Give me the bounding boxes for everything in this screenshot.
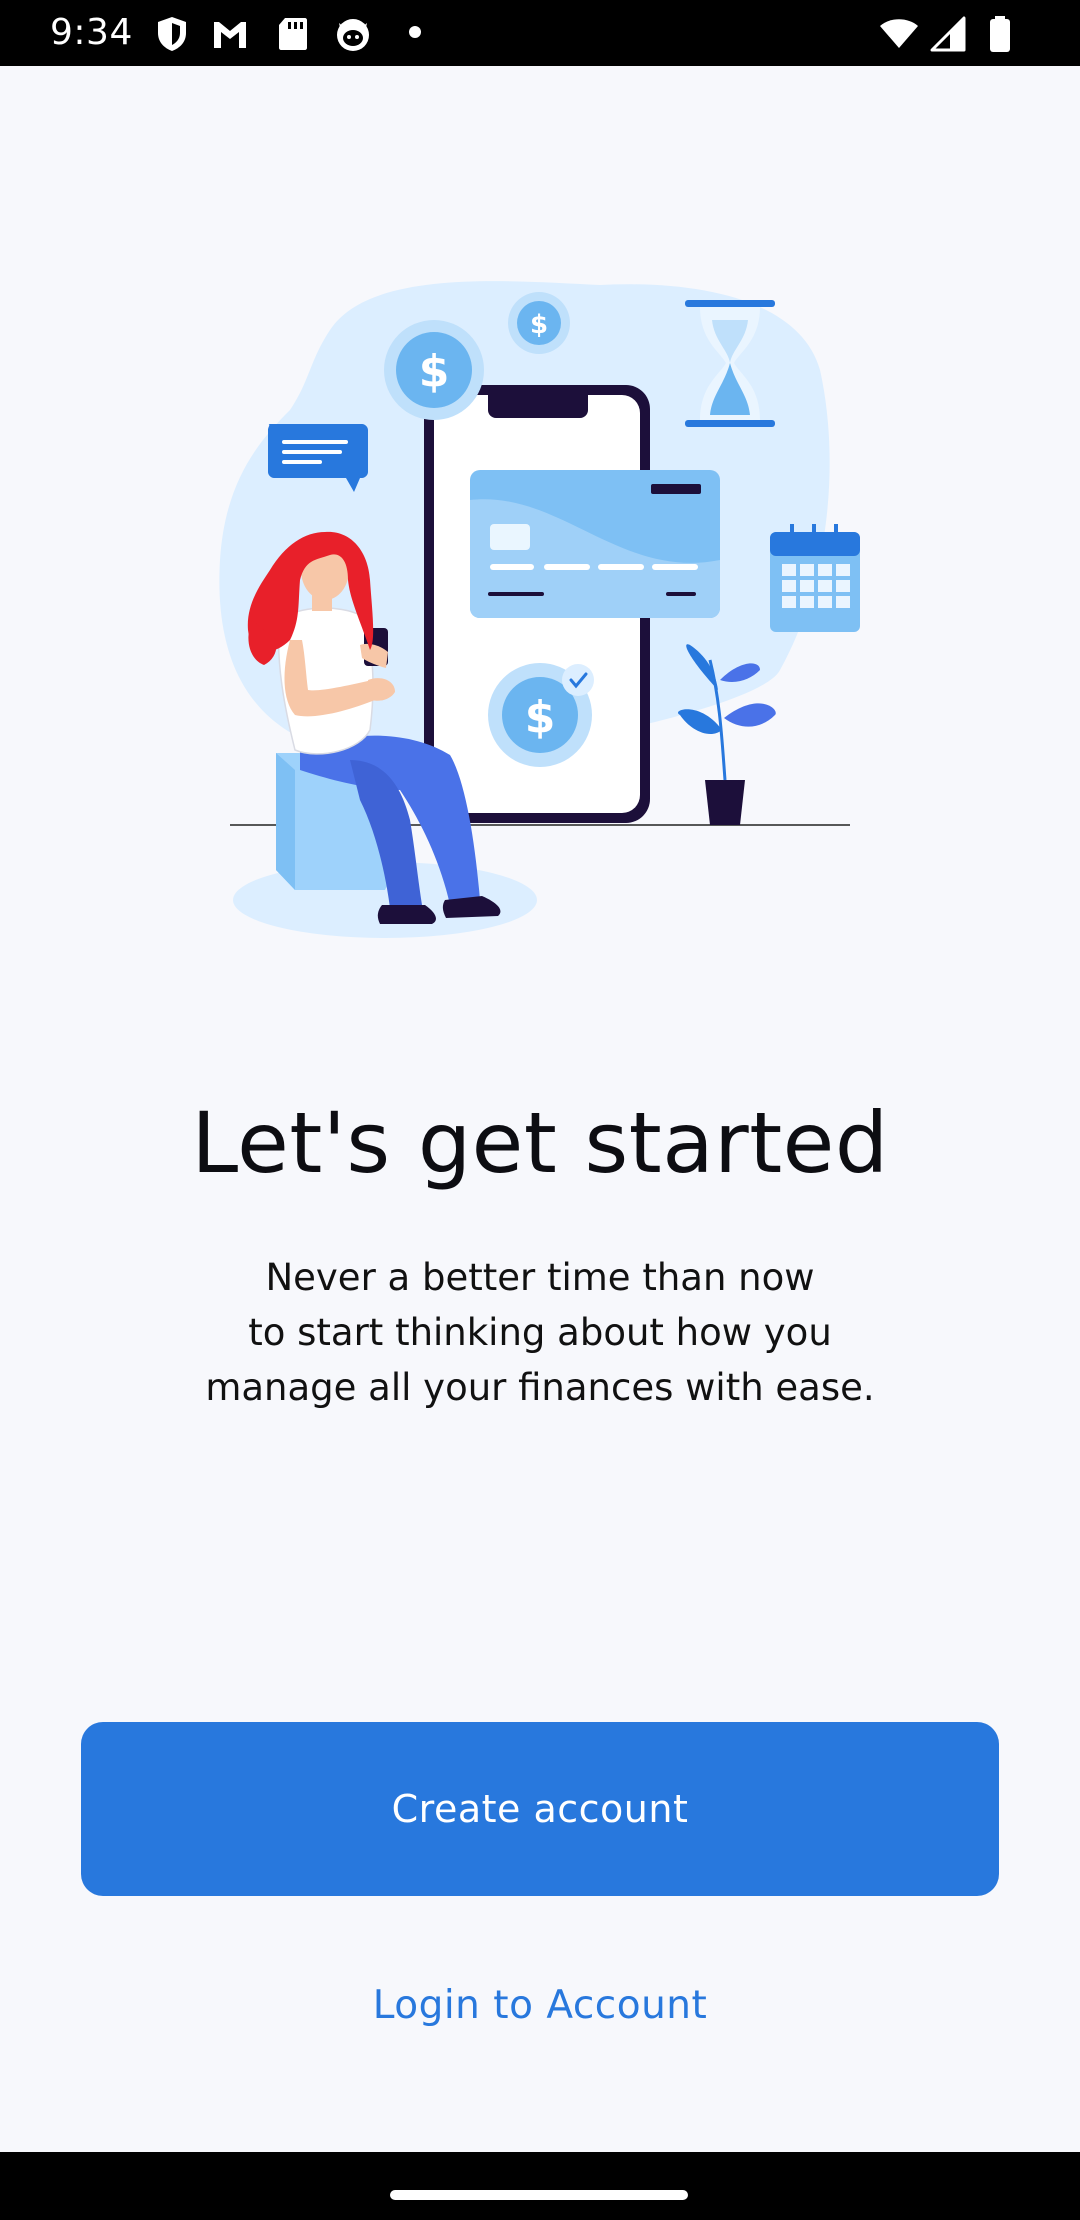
- gmail-icon: [214, 22, 246, 48]
- sd-card-icon: [279, 18, 307, 50]
- dollar-coin-small: $: [508, 292, 570, 354]
- navigation-bar: [0, 2152, 1080, 2220]
- create-account-button[interactable]: Create account: [81, 1722, 999, 1896]
- home-gesture-handle[interactable]: [390, 2190, 688, 2200]
- wifi-icon: [880, 19, 918, 48]
- svg-text:$: $: [525, 692, 556, 743]
- subtitle-line-3: manage all your finances with ease.: [205, 1366, 875, 1409]
- notification-dot-icon: [409, 26, 421, 38]
- credit-card-illustration: [470, 470, 720, 618]
- shield-icon: [158, 17, 186, 51]
- illustration: $ $ $: [219, 281, 860, 938]
- svg-text:$: $: [419, 346, 450, 397]
- status-bar: 9:34: [0, 0, 1080, 66]
- cat-icon: [337, 19, 369, 51]
- svg-text:$: $: [530, 310, 548, 340]
- subtitle-line-2: to start thinking about how you: [248, 1311, 832, 1354]
- battery-icon: [990, 16, 1010, 52]
- calendar-icon: [770, 524, 860, 632]
- status-time: 9:34: [50, 12, 133, 53]
- signal-icon: [930, 16, 966, 52]
- dollar-coin-large: $: [384, 320, 484, 420]
- login-to-account-link[interactable]: Login to Account: [0, 1978, 1080, 2034]
- page-title: Let's get started: [191, 1094, 889, 1192]
- subtitle: Never a better time than now to start th…: [140, 1250, 940, 1415]
- subtitle-line-1: Never a better time than now: [265, 1256, 815, 1299]
